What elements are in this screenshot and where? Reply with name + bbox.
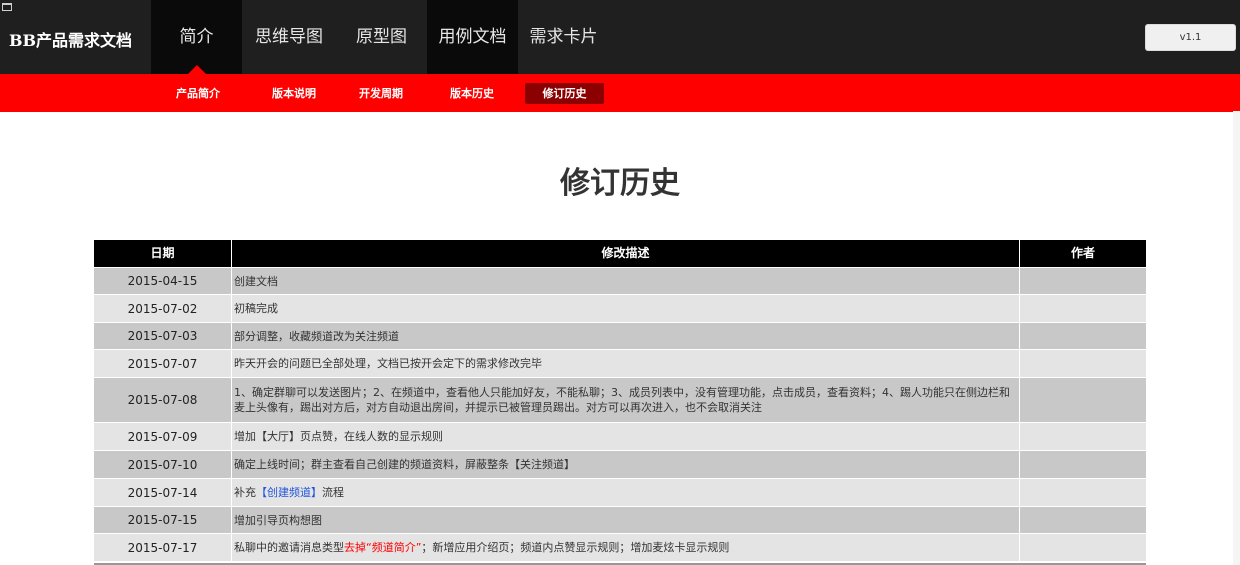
row-date: 2015-07-10 [127,457,198,472]
row-date: 2015-07-09 [127,429,198,444]
header-author: 作者 [1019,240,1146,267]
table-row: 2015-07-07 昨天开会的问题已全部处理，文档已按开会定下的需求修改完毕 [94,349,1146,377]
subnav-revision-history[interactable]: 修订历史 [525,83,604,104]
top-navbar: BB产品需求文档 简介 思维导图 原型图 用例文档 需求卡片 v1.1 [0,0,1240,74]
tab-intro[interactable]: 简介 [151,0,242,74]
row-desc: 创建文档 [231,268,1019,294]
subnav-version-notes[interactable]: 版本说明 [261,83,327,104]
window-icon [2,3,12,11]
table-row: 2015-07-09 增加【大厅】页点赞，在线人数的显示规则 [94,422,1146,450]
table-row: 2015-07-03 部分调整，收藏频道改为关注频道 [94,322,1146,349]
table-row: 2015-07-10 确定上线时间；群主查看自己创建的频道资料，屏蔽整条【关注频… [94,450,1146,478]
tab-req-cards[interactable]: 需求卡片 [518,0,609,74]
subnav-product-intro[interactable]: 产品简介 [165,83,231,104]
row-author [1019,451,1146,478]
row-author [1019,295,1146,322]
row-date: 2015-07-15 [127,513,198,527]
header-desc: 修改描述 [231,240,1019,267]
row-desc: 初稿完成 [231,295,1019,322]
subnav-version-history[interactable]: 版本历史 [439,83,505,104]
desc-text: 私聊中的邀请消息类型 [234,541,344,554]
page-title: 修订历史 [560,166,680,201]
row-date: 2015-07-14 [127,485,198,500]
row-desc: 确定上线时间；群主查看自己创建的频道资料，屏蔽整条【关注频道】 [231,451,1019,478]
row-desc: 补充 【创建频道】 流程 [231,479,1019,506]
row-author [1019,350,1146,377]
desc-highlight-red: 去掉“频道简介” [344,541,422,554]
table-row: 2015-07-17 私聊中的邀请消息类型 去掉“频道简介” ；新增应用介绍页；频道… [94,533,1146,561]
row-author [1019,479,1146,506]
row-date: 2015-04-15 [127,274,198,288]
row-date: 2015-07-08 [127,393,198,407]
row-date: 2015-07-02 [127,301,198,316]
desc-text: ；新增应用介绍页；频道内点赞显示规则；增加麦炫卡显示规则 [421,541,730,554]
row-desc: 增加引导页构想图 [231,507,1019,533]
table-row: 2015-07-02 初稿完成 [94,294,1146,322]
tab-mindmap[interactable]: 思维导图 [242,0,336,74]
row-desc: 增加【大厅】页点赞，在线人数的显示规则 [231,423,1019,450]
table-row: 2015-07-15 增加引导页构想图 [94,506,1146,533]
row-author [1019,423,1146,450]
table-row: 2015-04-15 创建文档 [94,267,1146,294]
row-author [1019,323,1146,349]
row-date: 2015-07-07 [127,356,198,371]
create-channel-link[interactable]: 【创建频道】 [256,485,322,500]
sub-navbar: 产品简介 版本说明 开发周期 版本历史 修订历史 [0,74,1240,112]
row-date: 2015-07-03 [127,329,198,343]
row-author [1019,268,1146,294]
table-header: 日期 修改描述 作者 [94,240,1146,267]
row-author [1019,507,1146,533]
row-author [1019,534,1146,561]
row-desc: 昨天开会的问题已全部处理，文档已按开会定下的需求修改完毕 [231,350,1019,377]
row-desc: 1、确定群聊可以发送图片；2、在频道中，查看他人只能加好友，不能私聊；3、成员列… [231,378,1019,422]
row-desc: 部分调整，收藏频道改为关注频道 [231,323,1019,349]
desc-text: 补充 [234,486,256,499]
row-desc: 私聊中的邀请消息类型 去掉“频道简介” ；新增应用介绍页；频道内点赞显示规则；增加麦… [231,534,1019,561]
table-row: 2015-07-14 补充 【创建频道】 流程 [94,478,1146,506]
desc-text: 流程 [322,486,344,499]
header-date: 日期 [150,246,175,260]
row-author [1019,378,1146,422]
version-button[interactable]: v1.1 [1145,24,1236,51]
row-date: 2015-07-17 [127,540,198,555]
revision-table: 日期 修改描述 作者 2015-04-15 创建文档 2015-07-02 初稿… [94,240,1146,561]
app-logo: BB产品需求文档 [9,31,133,50]
table-row: 2015-07-08 1、确定群聊可以发送图片；2、在频道中，查看他人只能加好友… [94,377,1146,422]
tab-usecase[interactable]: 用例文档 [427,0,518,74]
page-scrollbar[interactable] [1233,111,1240,565]
tab-prototype[interactable]: 原型图 [336,0,427,74]
subnav-dev-cycle[interactable]: 开发周期 [348,83,414,104]
